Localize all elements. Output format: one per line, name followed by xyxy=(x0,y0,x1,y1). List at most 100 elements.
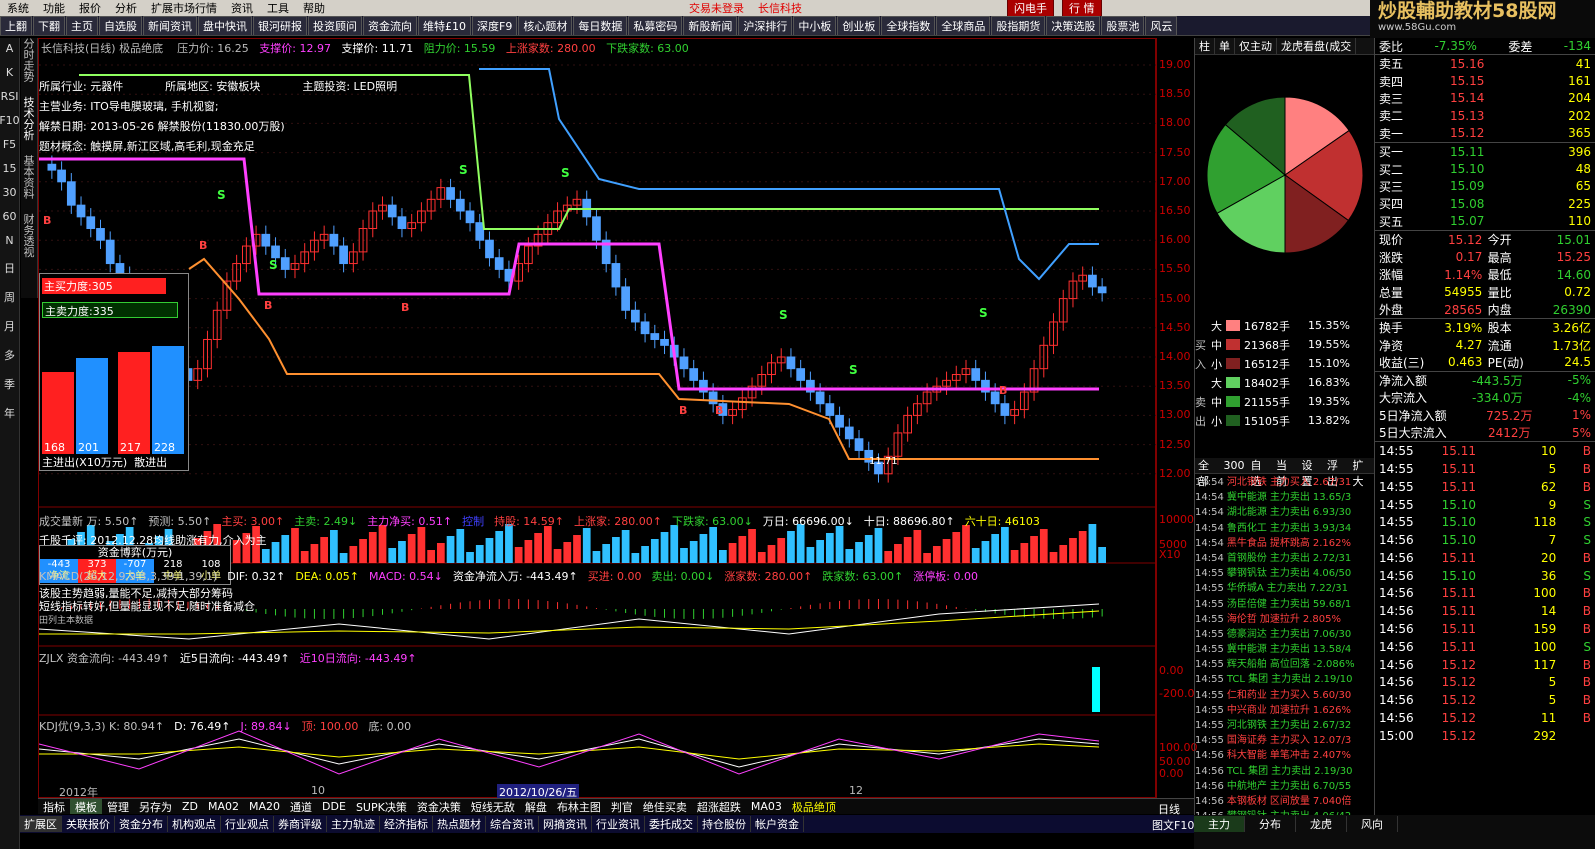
buy-level-row[interactable]: 买四 15.08 225 xyxy=(1375,195,1595,212)
toolbar-button-10[interactable]: 深度F9 xyxy=(472,16,518,35)
buy-level-row[interactable]: 买一 15.11 396 xyxy=(1375,143,1595,160)
toolbar-button-17[interactable]: 创业板 xyxy=(837,16,881,35)
indicator-tab-4[interactable]: ZD xyxy=(177,800,203,813)
sell-level-row[interactable]: 卖三 15.14 204 xyxy=(1375,90,1595,107)
left-icon-2[interactable]: RSI xyxy=(1,90,19,103)
indicator-tab-12[interactable]: 解盘 xyxy=(520,799,552,814)
indicator-tab-7[interactable]: 通道 xyxy=(285,799,317,814)
flow-tab-3[interactable]: 当前 xyxy=(1273,458,1299,488)
indicator-tab-17[interactable]: MA03 xyxy=(746,800,787,813)
left-icon-11[interactable]: 月 xyxy=(4,318,15,334)
buy-level-row[interactable]: 买三 15.09 65 xyxy=(1375,178,1595,195)
market-button[interactable]: 行 情 xyxy=(1062,0,1102,16)
toolbar-button-8[interactable]: 资金流向 xyxy=(363,16,417,35)
flow-tab-6[interactable]: 扩大 xyxy=(1350,458,1376,488)
indicator-tab-15[interactable]: 绝佳买卖 xyxy=(638,799,692,814)
toolbar-button-5[interactable]: 盘中快讯 xyxy=(198,16,252,35)
indicator-tab-6[interactable]: MA20 xyxy=(244,800,285,813)
extension-tab-3[interactable]: 机构观点 xyxy=(168,816,221,832)
indicator-tab-3[interactable]: 另存为 xyxy=(134,799,177,814)
toolbar-button-20[interactable]: 股指期货 xyxy=(991,16,1046,35)
menu-item-news[interactable]: 资讯 xyxy=(224,0,260,16)
left-icon-10[interactable]: 周 xyxy=(4,289,15,305)
flow-row[interactable]: 14:55 辉天船舶 高位回落 -2.086% xyxy=(1195,657,1375,672)
left-icon-3[interactable]: F10 xyxy=(0,114,20,127)
login-status[interactable]: 交易未登录 xyxy=(682,0,751,16)
extension-tab-2[interactable]: 资金分布 xyxy=(115,816,168,832)
flow-row[interactable]: 14:54 冀中能源 主力卖出 13.65/3 xyxy=(1195,490,1375,505)
indicator-tab-18[interactable]: 极品绝顶 xyxy=(787,799,841,814)
toolbar-button-15[interactable]: 沪深排行 xyxy=(738,16,793,35)
indicator-tab-2[interactable]: 管理 xyxy=(102,799,134,814)
toolbar-button-22[interactable]: 股票池 xyxy=(1101,16,1145,35)
flow-row[interactable]: 14:54 黑牛食品 提杯跳高 2.162% xyxy=(1195,536,1375,551)
left-icon-14[interactable]: 年 xyxy=(4,405,15,421)
toolbar-button-19[interactable]: 全球商品 xyxy=(936,16,991,35)
sell-level-row[interactable]: 卖五 15.16 41 xyxy=(1375,55,1595,72)
indicator-tab-10[interactable]: 资金决策 xyxy=(412,799,466,814)
toolbar-button-12[interactable]: 每日数据 xyxy=(573,16,628,35)
flow-row[interactable]: 14:55 海伦哲 加速拉升 2.805% xyxy=(1195,612,1375,627)
flow-row[interactable]: 14:55 汤臣倍健 主力卖出 59.68/1 xyxy=(1195,597,1375,612)
toolbar-button-23[interactable]: 风云 xyxy=(1145,16,1178,35)
menu-item-analysis[interactable]: 分析 xyxy=(108,0,144,16)
flow-row[interactable]: 14:55 攀钢钒钛 主力卖出 4.06/50 xyxy=(1195,566,1375,581)
indicator-tab-5[interactable]: MA02 xyxy=(203,800,244,813)
extension-tab-11[interactable]: 行业资讯 xyxy=(592,816,645,832)
toolbar-button-1[interactable]: 下翻 xyxy=(33,16,65,35)
flow-row[interactable]: 14:55 冀中能源 主力卖出 13.58/4 xyxy=(1195,642,1375,657)
left-icon-5[interactable]: 15 xyxy=(3,162,17,175)
flash-trade-button[interactable]: 闪电手 xyxy=(1007,0,1054,16)
flow-tab-5[interactable]: 浮出 xyxy=(1324,458,1350,488)
bottom-right-tab-2[interactable]: 龙虎 xyxy=(1296,816,1347,832)
flow-row[interactable]: 14:56 科大智能 单笔冲击 2.407% xyxy=(1195,748,1375,763)
menu-item-ext-market[interactable]: 扩展市场行情 xyxy=(144,0,224,16)
extension-tab-6[interactable]: 主力轨迹 xyxy=(327,816,380,832)
buy-level-row[interactable]: 买二 15.10 48 xyxy=(1375,160,1595,177)
menu-item-function[interactable]: 功能 xyxy=(36,0,72,16)
bottom-right-tab-3[interactable]: 风向 xyxy=(1347,816,1398,832)
indicator-tab-0[interactable]: 指标 xyxy=(38,799,70,814)
extension-tab-9[interactable]: 综合资讯 xyxy=(486,816,539,832)
quote-tab-3[interactable]: 龙虎看盘(成交 xyxy=(1277,38,1357,54)
sell-level-row[interactable]: 卖二 15.13 202 xyxy=(1375,107,1595,124)
flow-row[interactable]: 14:55 华侨城A 主力卖出 7.22/31 xyxy=(1195,581,1375,596)
flow-row[interactable]: 14:54 湖北能源 主力卖出 6.93/30 xyxy=(1195,505,1375,520)
flow-row[interactable]: 14:54 河北钢铁 主力买入 2.67/31 xyxy=(1195,475,1375,490)
flow-row[interactable]: 14:55 中兴商业 加速拉升 1.626% xyxy=(1195,703,1375,718)
chart-area[interactable]: S S S S S S S B B B B B B B 11.71 长信科技(日线) 极品绝底 压力价: 1… xyxy=(38,38,1157,800)
left-icon-12[interactable]: 多 xyxy=(4,347,15,363)
left-icon-8[interactable]: N xyxy=(5,234,13,247)
indicator-tab-13[interactable]: 布林主图 xyxy=(552,799,606,814)
left-icon-4[interactable]: F5 xyxy=(3,138,16,151)
toolbar-button-3[interactable]: 自选股 xyxy=(99,16,142,35)
menu-item-quote[interactable]: 报价 xyxy=(72,0,108,16)
flow-tab-2[interactable]: 自选 xyxy=(1248,458,1274,488)
extension-tab-14[interactable]: 帐户资金 xyxy=(751,816,804,832)
indicator-tab-16[interactable]: 超涨超跌 xyxy=(692,799,746,814)
flow-row[interactable]: 14:55 河北钢铁 主力卖出 2.67/32 xyxy=(1195,718,1375,733)
tab-technical[interactable]: 技术分析 xyxy=(22,97,35,141)
toolbar-button-16[interactable]: 中小板 xyxy=(793,16,837,35)
toolbar-button-0[interactable]: 上翻 xyxy=(0,16,32,35)
flow-row[interactable]: 14:55 德豪润达 主力卖出 7.06/30 xyxy=(1195,627,1375,642)
sell-level-row[interactable]: 卖四 15.15 161 xyxy=(1375,72,1595,89)
toolbar-button-11[interactable]: 核心题材 xyxy=(518,16,573,35)
flow-row[interactable]: 14:55 TCL 集团 主力卖出 2.19/10 xyxy=(1195,672,1375,687)
left-icon-13[interactable]: 季 xyxy=(4,376,15,392)
left-icon-1[interactable]: K xyxy=(6,66,13,79)
extension-tab-13[interactable]: 持仓股份 xyxy=(698,816,751,832)
left-icon-7[interactable]: 60 xyxy=(3,210,17,223)
extension-tab-7[interactable]: 经济指标 xyxy=(380,816,433,832)
quote-tab-1[interactable]: 单 xyxy=(1215,38,1235,54)
extension-tab-0[interactable]: 扩展区 xyxy=(20,816,62,832)
toolbar-button-2[interactable]: 主页 xyxy=(66,16,98,35)
indicator-tab-9[interactable]: SUPK决策 xyxy=(351,799,412,814)
flow-tab-1[interactable]: 300 xyxy=(1221,458,1248,473)
indicator-tab-1[interactable]: 模板 xyxy=(70,799,102,814)
bottom-right-tab-1[interactable]: 分布 xyxy=(1245,816,1296,832)
menu-item-system[interactable]: 系统 xyxy=(0,0,36,16)
extension-tab-10[interactable]: 网摘资讯 xyxy=(539,816,592,832)
sell-level-row[interactable]: 卖一 15.12 365 xyxy=(1375,125,1595,142)
quote-tab-0[interactable]: 柱 xyxy=(1195,38,1215,54)
